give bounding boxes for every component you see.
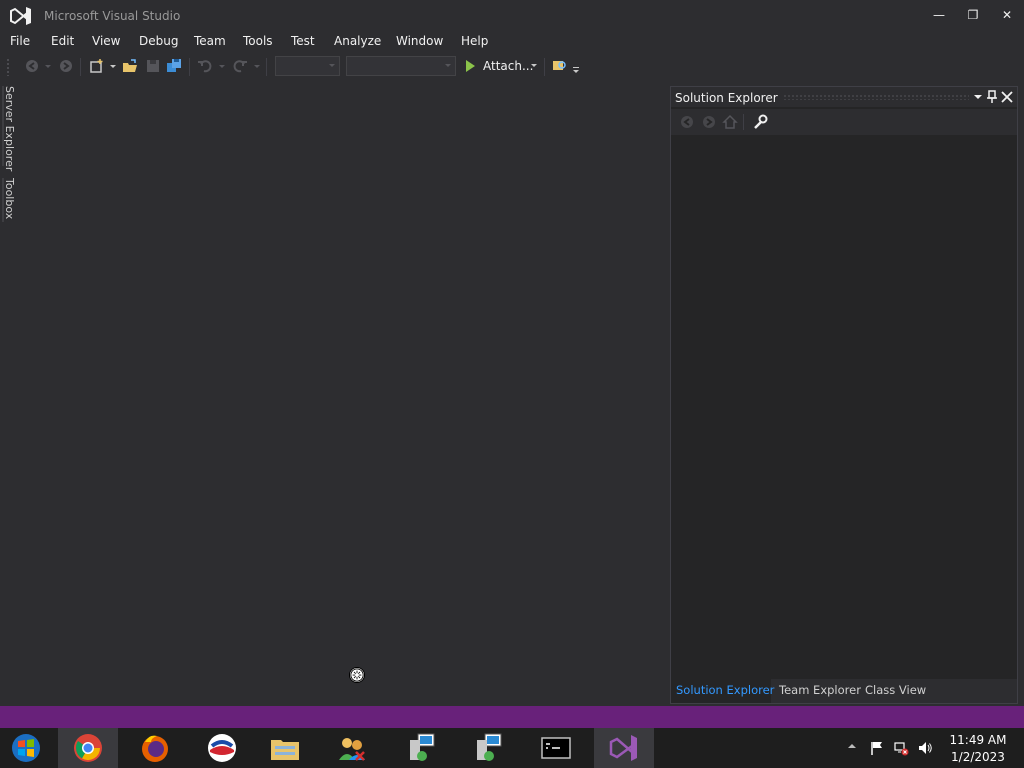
toolbar-separator bbox=[80, 58, 81, 76]
undo-dropdown-icon[interactable] bbox=[219, 65, 225, 68]
chevron-down-icon bbox=[329, 64, 335, 67]
chrome-icon bbox=[74, 734, 102, 762]
status-bar bbox=[0, 706, 1024, 728]
taskbar-firefox[interactable] bbox=[125, 728, 185, 768]
network-disconnected-icon[interactable] bbox=[893, 740, 909, 756]
home-icon[interactable] bbox=[722, 114, 738, 130]
clock-time[interactable]: 11:49 AM bbox=[946, 733, 1010, 747]
tab-class-view[interactable]: Class View bbox=[865, 683, 926, 697]
attach-button[interactable]: Attach... bbox=[483, 59, 533, 73]
window-position-dropdown-icon[interactable] bbox=[971, 89, 985, 105]
remote-desktop-icon bbox=[410, 733, 435, 761]
toolbar-separator bbox=[544, 58, 545, 76]
menu-window[interactable]: Window bbox=[396, 34, 443, 48]
volume-icon[interactable] bbox=[917, 740, 933, 756]
start-button[interactable] bbox=[0, 728, 60, 768]
show-hidden-icons-icon[interactable] bbox=[848, 744, 856, 748]
solution-explorer-tab-strip: Solution Explorer Team Explorer Class Vi… bbox=[671, 679, 1017, 703]
tab-solution-explorer[interactable]: Solution Explorer bbox=[676, 683, 774, 697]
taskbar-command-prompt[interactable] bbox=[526, 728, 586, 768]
toolbar-separator bbox=[266, 58, 267, 76]
undo-icon[interactable] bbox=[197, 58, 213, 74]
server-explorer-tab[interactable]: Server Explorer bbox=[3, 86, 16, 171]
command-prompt-icon bbox=[541, 737, 571, 759]
solution-explorer-title: Solution Explorer bbox=[675, 91, 778, 105]
taskbar-remote-desktop-2[interactable] bbox=[459, 728, 519, 768]
menu-view[interactable]: View bbox=[92, 34, 120, 48]
menu-tools[interactable]: Tools bbox=[243, 34, 273, 48]
visual-studio-logo-icon bbox=[10, 7, 31, 25]
standard-toolbar: Attach... bbox=[0, 54, 1024, 78]
forward-icon[interactable] bbox=[58, 58, 74, 74]
taskbar-file-explorer[interactable] bbox=[255, 728, 315, 768]
find-in-files-icon[interactable] bbox=[552, 58, 568, 74]
visual-studio-window: Microsoft Visual Studio — ❐ ✕ File Edit … bbox=[0, 0, 1024, 768]
firefox-icon bbox=[142, 735, 168, 762]
back-icon[interactable] bbox=[24, 58, 40, 74]
window-title: Microsoft Visual Studio bbox=[44, 9, 181, 23]
menu-test[interactable]: Test bbox=[291, 34, 315, 48]
back-dropdown-icon[interactable] bbox=[45, 65, 51, 68]
menu-debug[interactable]: Debug bbox=[139, 34, 178, 48]
taskbar-remote-desktop-1[interactable] bbox=[392, 728, 452, 768]
redo-dropdown-icon[interactable] bbox=[254, 65, 260, 68]
open-file-icon[interactable] bbox=[122, 58, 138, 74]
menu-bar: File Edit View Debug Team Tools Test Ana… bbox=[0, 32, 1024, 52]
menu-analyze[interactable]: Analyze bbox=[334, 34, 381, 48]
obama-logo-icon bbox=[208, 734, 236, 762]
tab-team-explorer[interactable]: Team Explorer bbox=[779, 683, 861, 697]
title-bar[interactable]: Microsoft Visual Studio — ❐ ✕ bbox=[0, 0, 1024, 32]
menu-file[interactable]: File bbox=[10, 34, 30, 48]
restore-button[interactable]: ❐ bbox=[960, 6, 986, 24]
new-dropdown-icon[interactable] bbox=[110, 65, 116, 68]
panel-drag-grip[interactable] bbox=[783, 94, 969, 100]
busy-cursor-icon bbox=[349, 667, 365, 683]
editor-area bbox=[24, 82, 668, 704]
solution-explorer-tree[interactable] bbox=[671, 135, 1017, 679]
start-play-icon[interactable] bbox=[466, 60, 475, 72]
forward-icon[interactable] bbox=[701, 114, 717, 130]
solution-explorer-toolbar bbox=[671, 109, 1017, 135]
taskbar-network-app[interactable] bbox=[322, 728, 382, 768]
start-orb-icon bbox=[12, 734, 40, 762]
toolbox-tab[interactable]: Toolbox bbox=[3, 178, 16, 219]
save-all-icon[interactable] bbox=[166, 58, 182, 74]
taskbar-app-round[interactable] bbox=[192, 728, 252, 768]
close-button[interactable]: ✕ bbox=[994, 6, 1020, 24]
solution-explorer-header[interactable]: Solution Explorer bbox=[671, 87, 1017, 107]
new-project-icon[interactable] bbox=[89, 58, 105, 74]
solution-explorer-panel: Solution Explorer Solution Explorer Team… bbox=[670, 86, 1018, 704]
clock-date[interactable]: 1/2/2023 bbox=[946, 750, 1010, 764]
attach-dropdown-icon[interactable] bbox=[531, 64, 537, 67]
close-icon[interactable] bbox=[1000, 89, 1014, 105]
menu-team[interactable]: Team bbox=[194, 34, 226, 48]
taskbar-visual-studio[interactable] bbox=[594, 728, 654, 768]
redo-icon[interactable] bbox=[232, 58, 248, 74]
solution-platform-dropdown[interactable] bbox=[346, 56, 456, 76]
remote-desktop-icon bbox=[477, 733, 502, 761]
menu-help[interactable]: Help bbox=[461, 34, 488, 48]
minimize-button[interactable]: — bbox=[926, 6, 952, 24]
file-explorer-icon bbox=[271, 740, 299, 760]
toolbar-overflow-icon[interactable] bbox=[573, 67, 579, 68]
menu-edit[interactable]: Edit bbox=[51, 34, 74, 48]
toolbar-grip[interactable] bbox=[6, 58, 10, 76]
toolbar-overflow-arrow-icon[interactable] bbox=[573, 70, 579, 73]
flag-icon[interactable] bbox=[869, 740, 885, 756]
taskbar-chrome[interactable] bbox=[58, 728, 118, 768]
visual-studio-icon bbox=[609, 735, 637, 761]
pin-icon[interactable] bbox=[985, 89, 999, 105]
properties-wrench-icon[interactable] bbox=[752, 114, 768, 130]
chevron-down-icon bbox=[445, 64, 451, 67]
toolbar-separator bbox=[743, 114, 744, 130]
save-icon[interactable] bbox=[145, 58, 161, 74]
windows-taskbar: 11:49 AM 1/2/2023 bbox=[0, 728, 1024, 768]
toolbar-separator bbox=[189, 58, 190, 76]
network-users-icon bbox=[339, 738, 365, 761]
back-icon[interactable] bbox=[679, 114, 695, 130]
solution-configuration-dropdown[interactable] bbox=[275, 56, 340, 76]
